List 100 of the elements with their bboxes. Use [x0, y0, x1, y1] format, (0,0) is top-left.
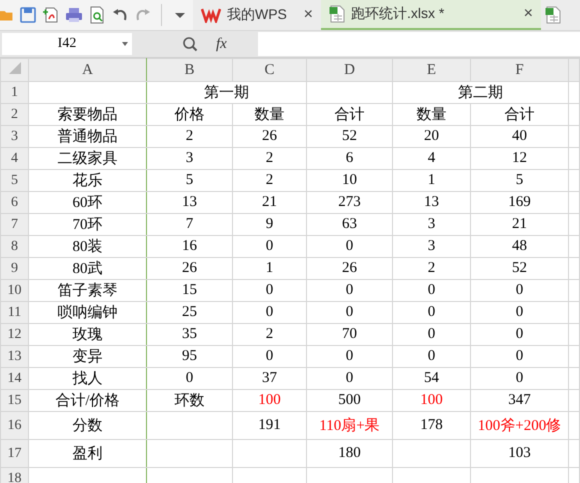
cell-text: 2: [266, 326, 274, 342]
cell-text: 变异: [72, 349, 102, 365]
cell-text: 第一期: [204, 85, 249, 101]
cell-text: 0: [516, 326, 524, 342]
cell-text: 0: [516, 348, 524, 364]
cell-text: 普通物品: [58, 129, 118, 145]
row-number: 4: [11, 150, 18, 166]
row-number: 6: [11, 194, 18, 210]
cell-text: 3: [428, 216, 436, 232]
column-header[interactable]: D: [306, 58, 392, 82]
row-number: 5: [11, 172, 18, 188]
cell-text: 0: [346, 238, 354, 254]
column-header[interactable]: A: [28, 58, 146, 82]
cell-text: 21: [262, 194, 277, 210]
cell-text: 2: [428, 260, 436, 276]
cell-text: 191: [258, 417, 281, 433]
cell-text: 103: [508, 445, 531, 461]
cell-text: 54: [424, 370, 439, 386]
cell-text: 500: [338, 392, 361, 408]
cell-text: 26: [182, 260, 197, 276]
cell-text: 0: [428, 348, 436, 364]
cell-text: 20: [424, 128, 439, 144]
cell-text: 110扇+果: [319, 418, 380, 434]
row-number: 2: [11, 106, 18, 122]
file-tab[interactable]: 我的WPS ×: [193, 0, 321, 30]
cell-text: 273: [338, 194, 361, 210]
cell-text: 169: [508, 194, 531, 210]
cell-text: 第二期: [458, 85, 503, 101]
cell-text: 4: [428, 150, 436, 166]
cell-text: 环数: [174, 393, 204, 409]
row-number: 16: [8, 418, 22, 432]
function-button[interactable]: fx: [216, 36, 246, 52]
formula-input[interactable]: [258, 32, 580, 56]
cell-text: 48: [512, 238, 527, 254]
cell-text: 找人: [72, 371, 102, 387]
spreadsheet-file-icon: [545, 6, 561, 24]
print-icon[interactable]: [65, 6, 83, 24]
cell-text: 合计: [334, 107, 364, 123]
row-number: 11: [8, 304, 22, 320]
print-preview-icon[interactable]: [88, 6, 106, 24]
zoom-icon[interactable]: [182, 36, 198, 52]
cell-text: 178: [420, 417, 443, 433]
row-number: 3: [11, 128, 18, 144]
cell-text: 数量: [416, 107, 446, 123]
cell-text: 0: [266, 348, 274, 364]
cell-text: 笛子素琴: [58, 283, 118, 299]
cell-text: 6: [346, 150, 354, 166]
cell-text: 7: [186, 216, 194, 232]
file-tab[interactable]: [541, 0, 580, 30]
cell-text: 37: [262, 370, 277, 386]
cell-text: 5: [516, 172, 524, 188]
cell-text: 合计: [504, 107, 534, 123]
cell-text: 26: [262, 128, 277, 144]
cell-text: 3: [428, 238, 436, 254]
cell-text: 2: [266, 172, 274, 188]
cell-text: 347: [508, 392, 531, 408]
cell-text: 100: [258, 392, 281, 408]
name-box[interactable]: I42: [2, 33, 132, 55]
cell-text: 52: [342, 128, 357, 144]
cell-text: 0: [516, 282, 524, 298]
cell-text: 25: [182, 304, 197, 320]
cell-text: 0: [428, 282, 436, 298]
row-number: 13: [8, 348, 22, 364]
column-header[interactable]: F: [470, 58, 568, 82]
cell-text: 70环: [72, 217, 102, 233]
pdf-export-icon[interactable]: [42, 6, 60, 24]
cell-text: 2: [186, 128, 194, 144]
row-number: 9: [11, 260, 18, 276]
cell-text: 索要物品: [58, 107, 118, 123]
close-icon[interactable]: ×: [524, 5, 533, 23]
wps-logo-icon: [201, 7, 221, 23]
column-header[interactable]: B: [146, 58, 232, 82]
cell-text: 3: [186, 150, 194, 166]
cell-text: 80装: [72, 239, 102, 255]
cell-text: 13: [424, 194, 439, 210]
cell-text: 0: [516, 370, 524, 386]
row-number: 8: [11, 238, 18, 254]
cell-text: 80武: [72, 261, 102, 277]
cell-text: 26: [342, 260, 357, 276]
cell-text: 21: [512, 216, 527, 232]
cell-text: 1: [266, 260, 274, 276]
spreadsheet-file-icon: [329, 5, 345, 23]
cell-text: 13: [182, 194, 197, 210]
cell-text: 95: [182, 348, 197, 364]
cell-text: 63: [342, 216, 357, 232]
column-header[interactable]: C: [232, 58, 306, 82]
cell-text: 盈利: [72, 446, 102, 462]
row-number: 12: [8, 326, 22, 342]
cell-text: 16: [182, 238, 197, 254]
save-icon[interactable]: [19, 6, 37, 24]
cell-text: 0: [346, 370, 354, 386]
row-number: 14: [8, 370, 22, 386]
cell-text: 0: [428, 326, 436, 342]
cell-text: 5: [186, 172, 194, 188]
file-tab[interactable]: 跑环统计.xlsx * ×: [321, 0, 541, 30]
close-icon[interactable]: ×: [304, 6, 313, 24]
cell-text: 唢呐编钟: [58, 305, 118, 321]
cell-text: 40: [512, 128, 527, 144]
cell-text: 2: [266, 150, 274, 166]
column-header[interactable]: E: [392, 58, 470, 82]
